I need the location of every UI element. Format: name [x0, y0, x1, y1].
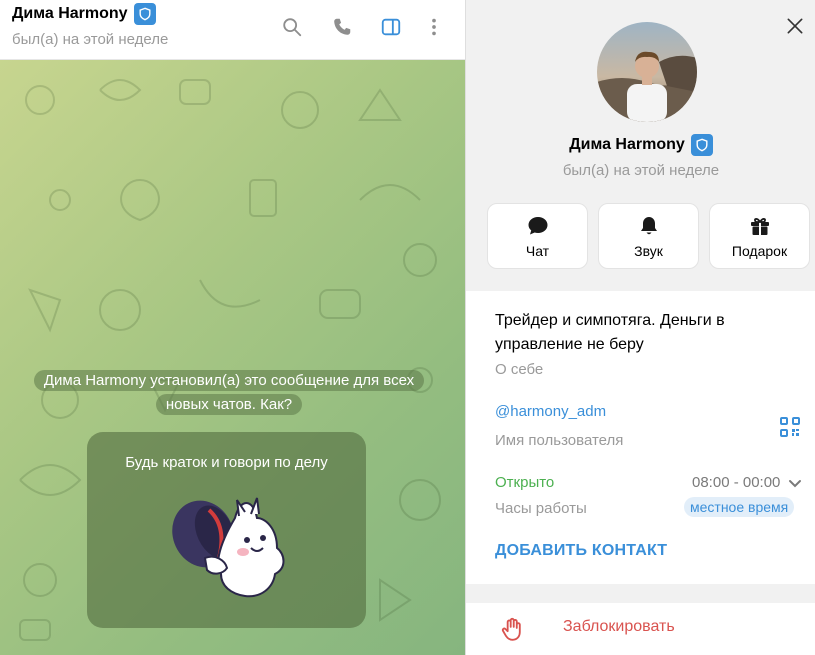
chat-header[interactable]: Дима Harmony был(а) на этой неделе [0, 0, 465, 60]
more-vertical-icon[interactable] [421, 14, 447, 40]
sound-button[interactable]: Звук [598, 203, 699, 269]
close-icon[interactable] [783, 14, 807, 38]
chat-background: Дима Harmony установил(а) это сообщение … [0, 60, 465, 655]
profile-actions: Чат Звук Подарок [487, 203, 810, 269]
profile-status: был(а) на этой неделе [562, 162, 720, 179]
business-hours[interactable]: 08:00 - 00:00 [692, 474, 780, 491]
chat-button-label: Чат [525, 243, 550, 259]
bio-text: Трейдер и симпотяга. Деньги в управление… [495, 312, 725, 353]
chat-title: Дима Harmony [12, 5, 128, 22]
block-label: Заблокировать [563, 618, 675, 635]
bell-icon [599, 214, 698, 238]
search-icon[interactable] [279, 14, 305, 40]
block-button[interactable]: Заблокировать [466, 603, 815, 655]
sound-button-label: Звук [634, 243, 663, 259]
chat-button[interactable]: Чат [487, 203, 588, 269]
gift-button-label: Подарок [731, 243, 788, 259]
profile-panel: Дима Harmony был(а) на этой неделе Чат З… [465, 0, 815, 655]
moomin-sticker-icon[interactable] [165, 488, 295, 608]
timezone-badge[interactable]: местное время [684, 497, 795, 517]
chevron-down-icon[interactable] [788, 477, 802, 491]
profile-name: Дима Harmony [569, 136, 685, 153]
profile-name-row: Дима Harmony [466, 134, 815, 156]
username-link[interactable]: @harmony_adm [495, 403, 606, 420]
chat-bubble-icon [488, 214, 587, 238]
hours-label: Часы работы [495, 500, 587, 517]
sidebar-toggle-icon[interactable] [378, 14, 404, 40]
greeting-card: Будь краток и говори по делу [87, 432, 366, 628]
avatar[interactable] [597, 22, 697, 122]
verified-shield-icon [133, 3, 156, 25]
gift-icon [710, 214, 809, 238]
greeting-text: Будь краток и говори по делу [125, 454, 328, 471]
chat-title-row: Дима Harmony [12, 3, 156, 25]
info-card: Трейдер и симпотяга. Деньги в управление… [466, 291, 815, 584]
gift-button[interactable]: Подарок [709, 203, 810, 269]
phone-icon[interactable] [329, 14, 355, 40]
bio-label: О себе [495, 361, 544, 378]
username-label: Имя пользователя [495, 432, 624, 449]
chat-status: был(а) на этой неделе [12, 31, 169, 48]
business-open-status: Открыто [495, 474, 555, 491]
chat-pane: Дима Harmony был(а) на этой неделе Дима … [0, 0, 465, 655]
service-message-text: Дима Harmony установил(а) это сообщение … [33, 370, 425, 415]
qr-code-icon[interactable] [780, 417, 800, 437]
hand-stop-icon [501, 617, 521, 641]
service-message[interactable]: Дима Harmony установил(а) это сообщение … [24, 369, 434, 417]
verified-shield-icon [690, 134, 713, 156]
add-contact-button[interactable]: ДОБАВИТЬ КОНТАКТ [495, 542, 667, 560]
